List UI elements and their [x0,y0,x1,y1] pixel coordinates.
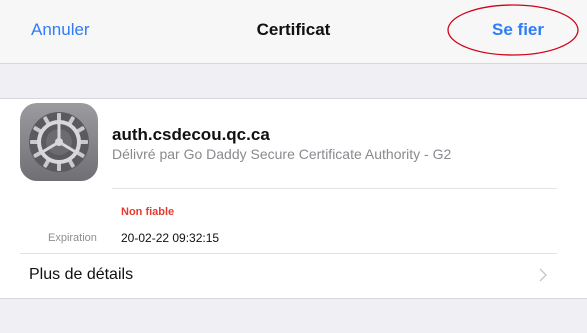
divider [112,188,557,189]
expiration-label: Expiration [48,232,97,244]
chevron-right-icon [539,268,547,282]
certificate-card: auth.csdecou.qc.ca Délivré par Go Daddy … [0,98,587,299]
certificate-name: auth.csdecou.qc.ca [112,125,270,144]
trust-status-label: Non fiable [121,206,175,218]
section-spacer [0,64,587,98]
gear-icon [20,103,98,181]
more-details-label: Plus de détails [29,266,134,283]
expiration-value: 20-02-22 09:32:15 [121,231,220,245]
navigation-bar: Annuler Certificat Se fier [0,0,587,64]
more-details-row[interactable]: Plus de détails [0,254,587,298]
cancel-button[interactable]: Annuler [31,20,90,40]
trust-button[interactable]: Se fier [492,20,544,40]
certificate-issuer: Délivré par Go Daddy Secure Certificate … [112,146,452,162]
